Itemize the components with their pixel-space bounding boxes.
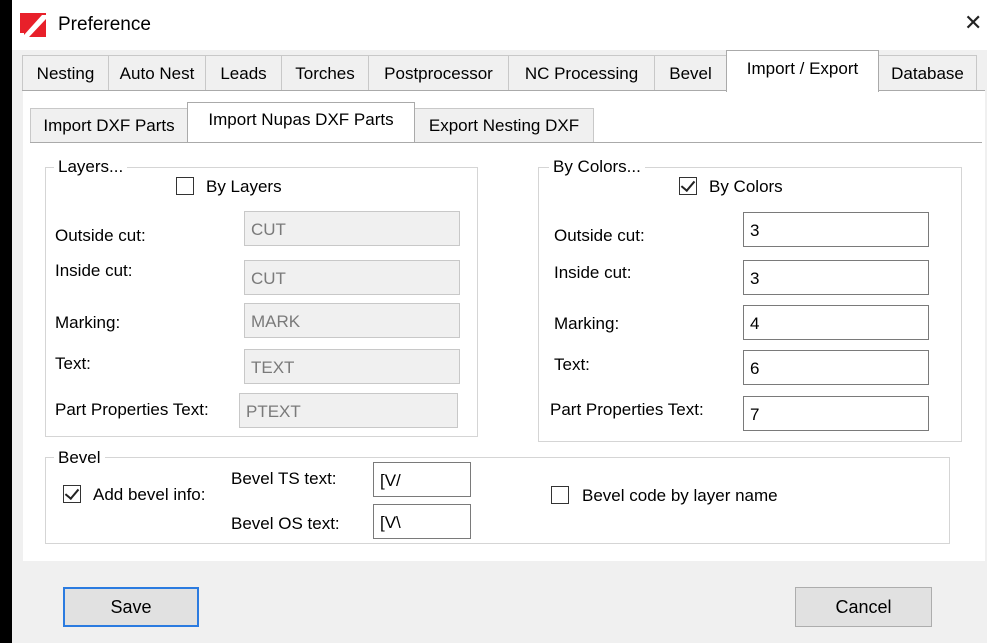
- title-bar: Preference ✕: [12, 0, 987, 50]
- window-title: Preference: [58, 14, 151, 35]
- colors-inside-cut-field[interactable]: 3: [743, 260, 929, 295]
- layers-part-properties-label: Part Properties Text:: [55, 400, 209, 419]
- subtab-export-nesting-dxf[interactable]: Export Nesting DXF: [414, 108, 594, 142]
- tab-torches[interactable]: Torches: [281, 55, 369, 90]
- tab-bevel[interactable]: Bevel: [654, 55, 727, 90]
- colors-outside-cut-field[interactable]: 3: [743, 212, 929, 247]
- layers-inside-cut-field[interactable]: CUT: [244, 260, 460, 295]
- colors-part-properties-label: Part Properties Text:: [550, 400, 704, 419]
- bevel-ts-label: Bevel TS text:: [231, 469, 337, 488]
- tab-import-export[interactable]: Import / Export: [726, 50, 879, 92]
- colors-text-field[interactable]: 6: [743, 350, 929, 385]
- layers-marking-field[interactable]: MARK: [244, 303, 460, 338]
- colors-inside-cut-label: Inside cut:: [554, 263, 632, 282]
- layers-inside-cut-label: Inside cut:: [55, 261, 133, 280]
- colors-legend: By Colors...: [549, 157, 645, 177]
- colors-text-label: Text:: [554, 355, 590, 374]
- tab-leads[interactable]: Leads: [205, 55, 282, 90]
- bevel-code-by-layer-label: Bevel code by layer name: [582, 486, 778, 505]
- tab-nesting[interactable]: Nesting: [22, 55, 109, 90]
- by-layers-checkbox[interactable]: [176, 177, 194, 195]
- checkmark-icon: [64, 484, 80, 501]
- layers-marking-label: Marking:: [55, 313, 121, 332]
- add-bevel-info-label: Add bevel info:: [93, 485, 206, 504]
- colors-part-properties-field[interactable]: 7: [743, 396, 929, 431]
- subtab-import-dxf-parts[interactable]: Import DXF Parts: [30, 108, 188, 142]
- tab-nc-processing[interactable]: NC Processing: [508, 55, 655, 90]
- layers-outside-cut-label: Outside cut:: [55, 226, 146, 245]
- by-layers-label: By Layers: [206, 177, 282, 196]
- bevel-code-by-layer-checkbox[interactable]: [551, 486, 569, 504]
- by-colors-checkbox[interactable]: [679, 176, 697, 195]
- bevel-ts-field[interactable]: [V/: [373, 462, 471, 497]
- close-icon[interactable]: ✕: [964, 10, 982, 36]
- subtab-import-nupas-dxf-parts[interactable]: Import Nupas DXF Parts: [187, 102, 415, 142]
- tab-database[interactable]: Database: [878, 55, 977, 90]
- layers-outside-cut-field[interactable]: CUT: [244, 211, 460, 246]
- layers-part-properties-field[interactable]: PTEXT: [239, 393, 458, 428]
- by-colors-label: By Colors: [709, 177, 783, 196]
- preference-dialog: Preference ✕ Nesting Auto Nest Leads Tor…: [12, 0, 987, 643]
- colors-marking-field[interactable]: 4: [743, 305, 929, 340]
- layers-text-field[interactable]: TEXT: [244, 349, 460, 384]
- checkmark-icon: [680, 176, 696, 193]
- save-button[interactable]: Save: [63, 587, 199, 627]
- colors-outside-cut-label: Outside cut:: [554, 226, 645, 245]
- app-logo-icon: [20, 13, 46, 37]
- cancel-button[interactable]: Cancel: [795, 587, 932, 627]
- bevel-os-label: Bevel OS text:: [231, 514, 340, 533]
- tab-auto-nest[interactable]: Auto Nest: [108, 55, 206, 90]
- layers-text-label: Text:: [55, 354, 91, 373]
- tab-postprocessor[interactable]: Postprocessor: [368, 55, 509, 90]
- add-bevel-info-checkbox[interactable]: [63, 484, 81, 503]
- bevel-os-field[interactable]: [V\: [373, 504, 471, 539]
- colors-marking-label: Marking:: [554, 314, 620, 333]
- bevel-legend: Bevel: [54, 448, 105, 468]
- layers-legend: Layers...: [54, 157, 128, 177]
